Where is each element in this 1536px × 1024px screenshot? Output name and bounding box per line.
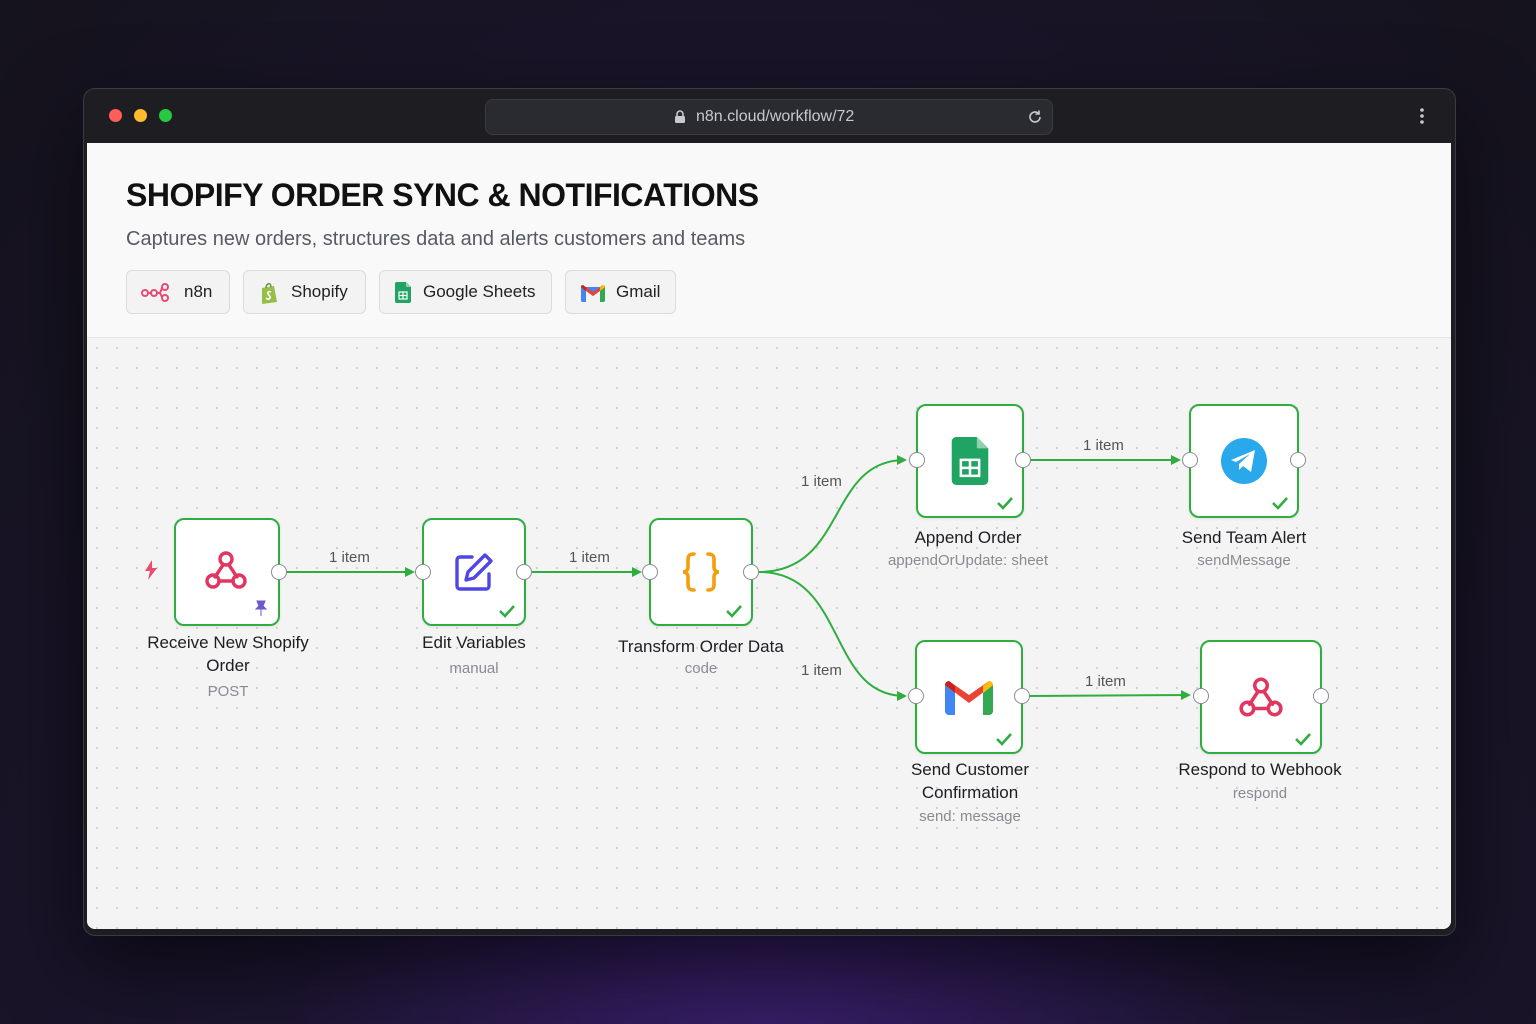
node-label: Send Team Alert [1181, 528, 1307, 547]
webhook-icon [1239, 677, 1283, 717]
node-label: Receive New Shopify Order [147, 633, 309, 675]
shopify-icon [262, 283, 277, 304]
input-port[interactable] [1182, 452, 1198, 468]
n8n-logo-icon [141, 283, 169, 302]
page-title: SHOPIFY ORDER SYNC & NOTIFICATIONS [126, 177, 759, 213]
node-append-order[interactable] [916, 404, 1024, 518]
input-port[interactable] [1193, 688, 1209, 704]
output-port[interactable] [1313, 688, 1329, 704]
node-sublabel: sendMessage [1197, 552, 1291, 569]
input-port[interactable] [909, 452, 925, 468]
output-port[interactable] [743, 564, 759, 580]
output-port[interactable] [1290, 452, 1306, 468]
edge-label: 1 item [1083, 437, 1124, 454]
success-check-icon [1295, 733, 1311, 746]
success-check-icon [996, 733, 1012, 746]
page-subtitle: Captures new orders, structures data and… [126, 228, 746, 250]
gmail-icon [945, 681, 993, 715]
chip-gmail[interactable]: Gmail [565, 270, 676, 314]
node-sublabel: code [684, 660, 718, 677]
pinned-icon [254, 600, 268, 616]
edge-label: 1 item [569, 549, 610, 566]
node-send-customer-confirmation[interactable] [915, 640, 1023, 754]
workflow-header: SHOPIFY ORDER SYNC & NOTIFICATIONS Captu… [87, 143, 1451, 338]
edge-gmail-respond [1028, 690, 1191, 701]
close-window-button[interactable] [109, 109, 122, 122]
node-sublabel: POST [207, 683, 249, 700]
code-braces-icon [682, 552, 720, 592]
browser-menu-icon[interactable] [1412, 106, 1432, 126]
chip-label: Shopify [291, 282, 348, 301]
telegram-icon [1221, 438, 1267, 484]
edge-label: 1 item [801, 662, 842, 679]
lock-icon [675, 110, 685, 123]
input-port[interactable] [908, 688, 924, 704]
output-port[interactable] [516, 564, 532, 580]
maximize-window-button[interactable] [159, 109, 172, 122]
chip-label: n8n [184, 282, 213, 301]
chip-n8n[interactable]: n8n [126, 270, 230, 314]
output-port[interactable] [1015, 452, 1031, 468]
node-sublabel: respond [1232, 785, 1288, 802]
node-respond-to-webhook[interactable] [1200, 640, 1322, 754]
page-content: SHOPIFY ORDER SYNC & NOTIFICATIONS Captu… [87, 143, 1451, 929]
success-check-icon [997, 497, 1013, 510]
trigger-bolt-icon [145, 560, 157, 580]
reload-icon[interactable] [1026, 108, 1044, 126]
node-edit-variables[interactable] [422, 518, 526, 626]
success-check-icon [499, 605, 515, 618]
node-label: Edit Variables [422, 633, 526, 652]
chip-shopify[interactable]: Shopify [243, 270, 366, 314]
workflow-canvas[interactable]: 1 item 1 item 1 item 1 item 1 item 1 ite… [87, 338, 1451, 929]
node-transform-order-data[interactable] [649, 518, 753, 626]
chip-label: Gmail [616, 282, 661, 301]
input-port[interactable] [415, 564, 431, 580]
input-port[interactable] [642, 564, 658, 580]
chip-google-sheets[interactable]: Google Sheets [379, 270, 552, 314]
node-label: Send Customer Confirmation [910, 760, 1030, 802]
output-port[interactable] [1014, 688, 1030, 704]
url-text: n8n.cloud/workflow/72 [696, 108, 855, 125]
node-label: Respond to Webhook [1178, 760, 1342, 779]
webhook-icon [205, 551, 247, 589]
gmail-icon [581, 285, 605, 302]
success-check-icon [1272, 497, 1288, 510]
node-sublabel: appendOrUpdate: sheet [887, 552, 1049, 569]
node-sublabel: manual [449, 660, 499, 677]
node-sublabel: send: message [919, 808, 1021, 825]
edge-label: 1 item [801, 473, 842, 490]
edit-pencil-icon [455, 553, 493, 591]
google-sheets-icon [951, 437, 989, 485]
chip-label: Google Sheets [423, 282, 536, 301]
google-sheets-icon [395, 282, 411, 303]
edge-label: 1 item [329, 549, 370, 566]
minimize-window-button[interactable] [134, 109, 147, 122]
node-label: Transform Order Data [618, 637, 784, 656]
node-receive-new-shopify-order[interactable] [174, 518, 280, 626]
node-send-team-alert[interactable] [1189, 404, 1299, 518]
success-check-icon [726, 605, 742, 618]
node-label: Append Order [914, 528, 1022, 547]
address-bar[interactable]: n8n.cloud/workflow/72 [485, 99, 1053, 135]
output-port[interactable] [271, 564, 287, 580]
edge-label: 1 item [1085, 673, 1126, 690]
